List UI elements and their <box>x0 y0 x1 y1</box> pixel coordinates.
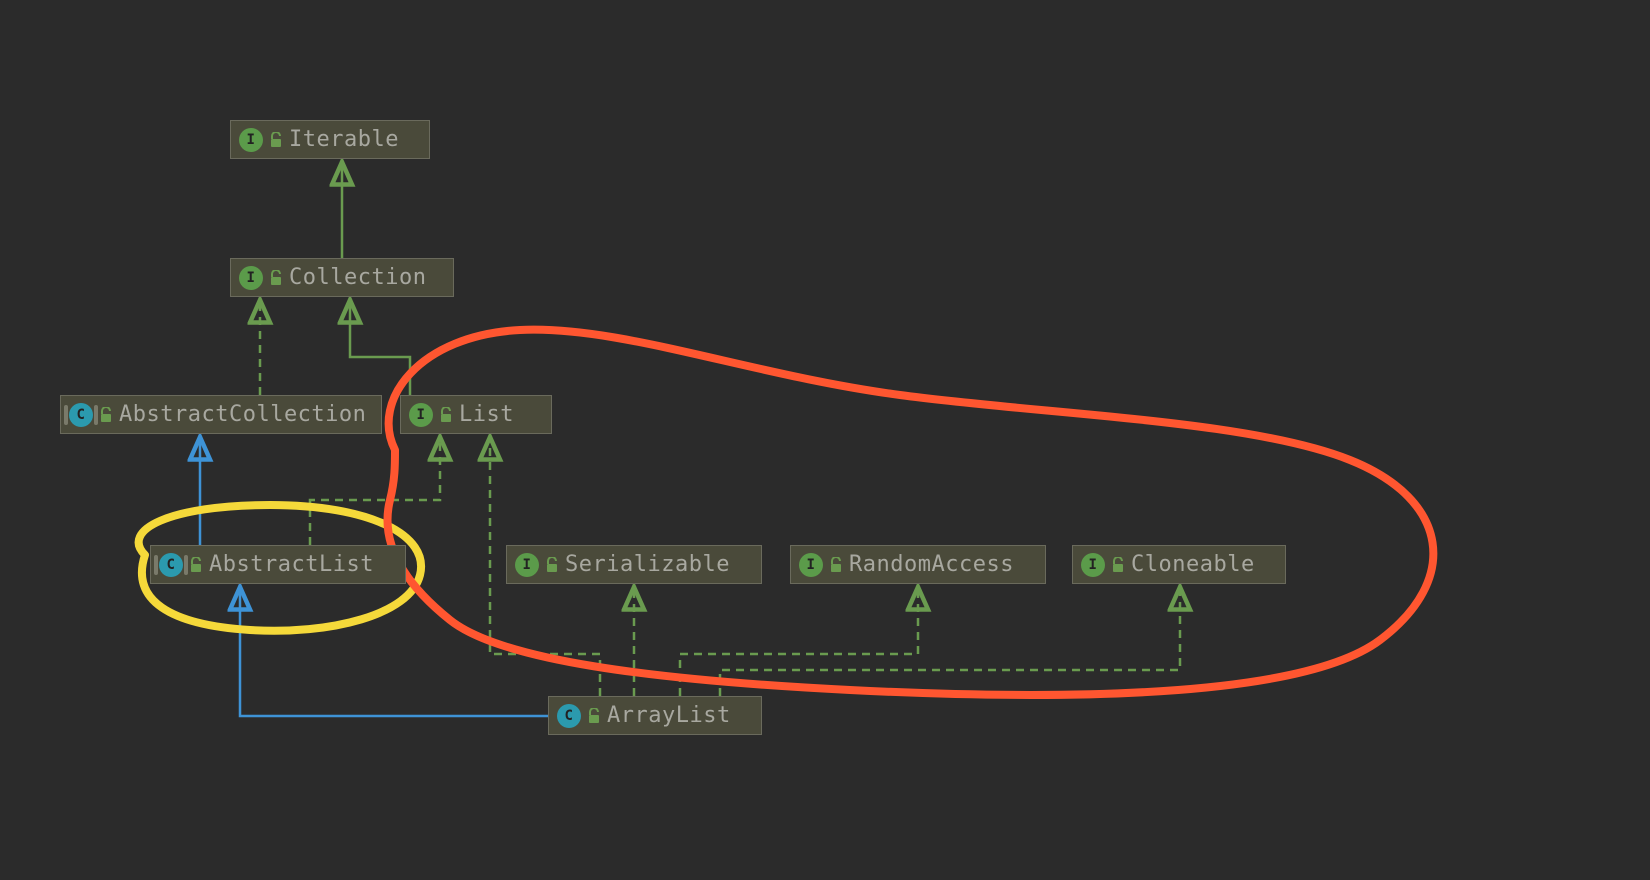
lock-icon <box>587 708 601 724</box>
node-label: List <box>459 402 514 427</box>
interface-icon: I <box>1081 553 1105 577</box>
abstract-class-icon: C <box>69 403 93 427</box>
node-list[interactable]: I List <box>400 395 552 434</box>
node-abstractcollection[interactable]: C AbstractCollection <box>60 395 382 434</box>
edge-abslist-list <box>310 437 440 545</box>
node-label: Cloneable <box>1131 552 1255 577</box>
node-collection[interactable]: I Collection <box>230 258 454 297</box>
lock-icon <box>269 270 283 286</box>
lock-icon <box>99 407 113 423</box>
node-label: Iterable <box>289 127 399 152</box>
lock-icon <box>269 132 283 148</box>
lock-icon <box>439 407 453 423</box>
diagram-canvas: I Iterable I Collection C AbstractCollec… <box>0 0 1650 880</box>
node-label: AbstractCollection <box>119 402 366 427</box>
interface-icon: I <box>409 403 433 427</box>
lock-icon <box>189 557 203 573</box>
edge-arraylist-random <box>680 587 918 696</box>
node-label: Collection <box>289 265 426 290</box>
edge-arraylist-clone <box>720 587 1180 696</box>
class-icon: C <box>557 704 581 728</box>
edge-arraylist-abslist <box>240 587 568 716</box>
lock-icon <box>829 557 843 573</box>
node-label: RandomAccess <box>849 552 1014 577</box>
interface-icon: I <box>515 553 539 577</box>
interface-icon: I <box>239 128 263 152</box>
annotation-red-blob <box>388 330 1434 695</box>
interface-icon: I <box>239 266 263 290</box>
interface-icon: I <box>799 553 823 577</box>
node-label: Serializable <box>565 552 730 577</box>
node-label: AbstractList <box>209 552 374 577</box>
node-iterable[interactable]: I Iterable <box>230 120 430 159</box>
node-serializable[interactable]: I Serializable <box>506 545 762 584</box>
node-arraylist[interactable]: C ArrayList <box>548 696 762 735</box>
node-cloneable[interactable]: I Cloneable <box>1072 545 1286 584</box>
node-label: ArrayList <box>607 703 731 728</box>
abstract-class-icon: C <box>159 553 183 577</box>
lock-icon <box>545 557 559 573</box>
lock-icon <box>1111 557 1125 573</box>
node-randomaccess[interactable]: I RandomAccess <box>790 545 1046 584</box>
edge-list-collection <box>350 300 410 395</box>
node-abstractlist[interactable]: C AbstractList <box>150 545 406 584</box>
